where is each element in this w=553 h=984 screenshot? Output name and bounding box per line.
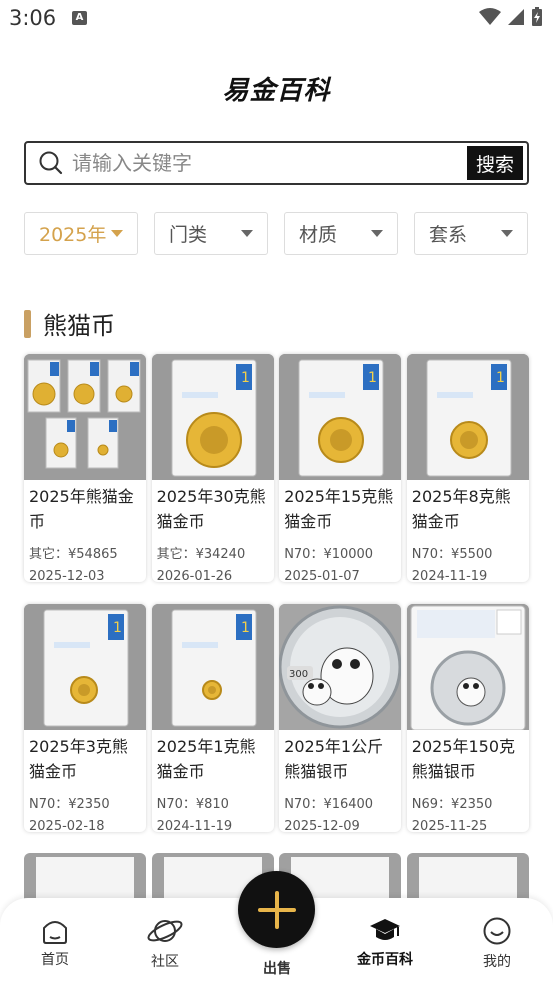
- status-time: 3:06: [9, 6, 57, 30]
- tab-mine[interactable]: 我的: [462, 916, 532, 971]
- coin-title: 2025年30克熊猫金币: [156, 487, 266, 531]
- coin-image: 1: [151, 604, 274, 730]
- tab-label: 社区: [151, 954, 179, 970]
- coin-card[interactable]: 2025年150克熊猫银币 N69：¥2350 2025-11-25: [406, 604, 529, 832]
- planet-icon: [147, 920, 183, 942]
- coin-image: [406, 604, 529, 730]
- filter-label: 套系: [429, 224, 468, 246]
- coin-title: 2025年熊猫金币: [29, 487, 134, 531]
- coin-title: 2025年3克熊猫金币: [29, 737, 128, 781]
- coin-title: 2025年1公斤熊猫银币: [284, 737, 384, 781]
- svg-text:300: 300: [289, 669, 308, 680]
- coin-date: 2024-11-19: [411, 569, 488, 582]
- filter-series[interactable]: 套系: [414, 212, 528, 255]
- status-bar: 3:06 A: [0, 0, 553, 38]
- coin-image: [24, 354, 146, 480]
- section-accent-bar: [24, 309, 31, 338]
- section-title: 熊猫币: [43, 312, 115, 340]
- coin-date: 2024-11-19: [156, 819, 233, 832]
- coin-card[interactable]: 1 2025年3克熊猫金币 N70：¥2350 2025-02-18: [24, 604, 146, 832]
- wifi-icon: [479, 8, 501, 25]
- caret-down-icon: [501, 230, 513, 237]
- sell-label[interactable]: 出售: [246, 958, 308, 978]
- coin-image: 1: [406, 354, 529, 480]
- coin-image: 300: [279, 604, 402, 730]
- coin-grid: 2025年熊猫金币 其它：¥54865 2025-12-03 1 2025年30…: [24, 354, 529, 832]
- coin-title: 2025年150克熊猫银币: [411, 737, 516, 781]
- sell-button[interactable]: [238, 871, 315, 948]
- app-title: 易金百科: [222, 76, 331, 106]
- search-icon: [39, 151, 63, 175]
- svg-text:1: 1: [241, 620, 250, 636]
- filter-bar: 2025年 门类 材质 套系: [24, 212, 529, 255]
- coin-date: 2025-12-03: [29, 569, 105, 582]
- coin-title: 2025年15克熊猫金币: [284, 487, 394, 531]
- filter-year[interactable]: 2025年: [24, 212, 138, 255]
- home-icon: [43, 921, 67, 944]
- coin-date: 2026-01-26: [156, 569, 233, 582]
- tab-community[interactable]: 社区: [130, 916, 200, 971]
- coin-card[interactable]: 1 2025年30克熊猫金币 其它：¥34240 2026-01-26: [151, 354, 274, 582]
- coin-image: 1: [279, 354, 402, 480]
- coin-card[interactable]: 1 2025年15克熊猫金币 N70：¥10000 2025-01-07: [279, 354, 402, 582]
- coin-price: N70：¥10000: [284, 547, 374, 562]
- coin-date: 2025-01-07: [284, 569, 360, 582]
- coin-image: 1: [24, 604, 146, 730]
- coin-date: 2025-02-18: [29, 819, 105, 832]
- coin-card[interactable]: 1 2025年8克熊猫金币 N70：¥5500 2024-11-19: [406, 354, 529, 582]
- coin-image: 1: [151, 354, 274, 480]
- tab-home[interactable]: 首页: [20, 916, 90, 969]
- signal-icon: [508, 9, 524, 25]
- caret-down-icon: [111, 230, 123, 237]
- svg-text:1: 1: [496, 370, 505, 386]
- caret-down-icon: [241, 230, 253, 237]
- coin-price: N70：¥5500: [411, 547, 493, 562]
- coin-price: N70：¥16400: [284, 797, 374, 812]
- coin-title: 2025年8克熊猫金币: [411, 487, 511, 531]
- svg-text:1: 1: [368, 370, 377, 386]
- filter-label: 材质: [299, 224, 338, 246]
- filter-category[interactable]: 门类: [154, 212, 268, 255]
- filter-material[interactable]: 材质: [284, 212, 398, 255]
- coin-title: 2025年1克熊猫金币: [156, 737, 256, 781]
- svg-text:1: 1: [113, 620, 122, 636]
- caret-down-icon: [371, 230, 383, 237]
- filter-label: 2025年: [39, 224, 107, 246]
- battery-icon: [532, 7, 542, 26]
- coin-price: 其它：¥34240: [156, 547, 246, 562]
- tab-label: 金币百科: [357, 952, 413, 968]
- graduation-cap-icon: [370, 919, 400, 940]
- coin-card[interactable]: 1 2025年1克熊猫金币 N70：¥810 2024-11-19: [151, 604, 274, 832]
- search-bar: 搜索: [24, 141, 529, 185]
- coin-date: 2025-11-25: [411, 819, 488, 832]
- coin-date: 2025-12-09: [284, 819, 360, 832]
- tab-label: 我的: [483, 954, 511, 970]
- svg-text:1: 1: [241, 370, 250, 386]
- tab-coin-encyclopedia[interactable]: 金币百科: [350, 916, 420, 969]
- notification-icon: A: [72, 11, 87, 25]
- coin-price: 其它：¥54865: [29, 547, 118, 562]
- coin-price: N70：¥810: [156, 797, 229, 812]
- plus-icon: [257, 890, 296, 929]
- smile-icon: [483, 917, 511, 945]
- filter-label: 门类: [169, 224, 208, 246]
- coin-price: N69：¥2350: [411, 797, 493, 812]
- coin-card[interactable]: 2025年熊猫金币 其它：¥54865 2025-12-03: [24, 354, 146, 582]
- coin-price: N70：¥2350: [29, 797, 110, 812]
- tab-label: 首页: [41, 952, 69, 968]
- search-input[interactable]: [64, 143, 467, 183]
- section-header: 熊猫币: [24, 306, 115, 341]
- status-indicators: [479, 7, 543, 27]
- search-button[interactable]: 搜索: [467, 146, 523, 180]
- coin-card[interactable]: 300 2025年1公斤熊猫银币 N70：¥16400 2025-12-09: [279, 604, 402, 832]
